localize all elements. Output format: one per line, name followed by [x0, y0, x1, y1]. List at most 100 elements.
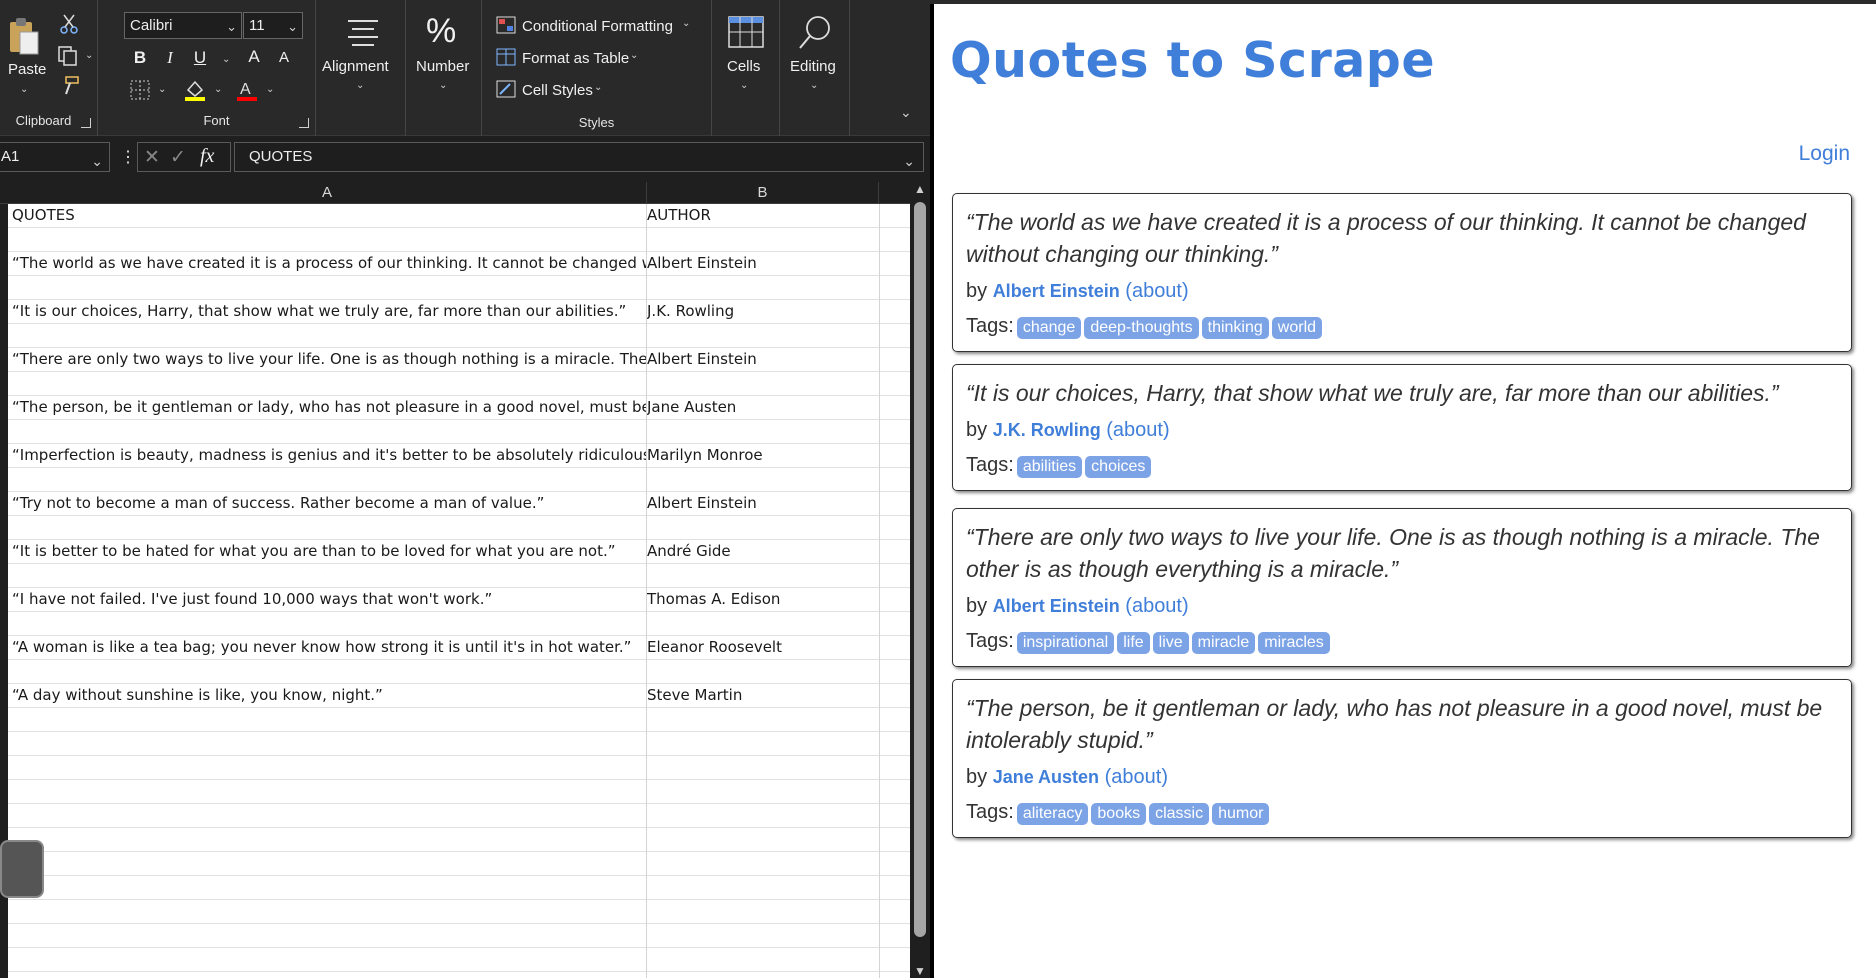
tag-link[interactable]: classic [1149, 803, 1210, 825]
cell-a[interactable]: “The world as we have created it is a pr… [12, 252, 646, 275]
tag-link[interactable]: aliteracy [1016, 803, 1089, 825]
cancel-entry-icon[interactable]: ✕ [144, 146, 160, 169]
by-label: by [966, 595, 988, 617]
cell-styles-button[interactable]: Cell Styles [522, 82, 593, 99]
login-link[interactable]: Login [1799, 142, 1850, 166]
paste-dropdown-icon[interactable]: ⌄ [20, 84, 28, 95]
tag-link[interactable]: inspirational [1016, 632, 1115, 654]
cell-b[interactable]: Marilyn Monroe [647, 444, 879, 467]
scroll-up-icon[interactable]: ▲ [914, 182, 926, 196]
tag-link[interactable]: change [1016, 317, 1082, 339]
column-header-a[interactable]: A [8, 182, 647, 204]
floating-tool-icon[interactable] [0, 840, 44, 898]
tag-link[interactable]: books [1091, 803, 1147, 825]
editing-dropdown-icon[interactable]: ⌄ [810, 80, 818, 91]
format-as-table-icon [496, 48, 516, 71]
spreadsheet-grid[interactable]: QUOTES AUTHOR “The world as we have create… [8, 204, 910, 978]
about-link[interactable]: (about) [1106, 419, 1169, 441]
cell-b[interactable]: Albert Einstein [647, 252, 879, 275]
fill-color-dropdown-icon[interactable]: ⌄ [214, 84, 222, 95]
font-size-select[interactable]: 11 ⌄ [243, 12, 303, 39]
tag-link[interactable]: miracles [1258, 632, 1330, 654]
underline-dropdown-icon[interactable]: ⌄ [222, 54, 230, 65]
tag-link[interactable]: humor [1212, 803, 1270, 825]
bold-button[interactable]: B [128, 48, 152, 68]
cell-a[interactable]: “A day without sunshine is like, you kno… [12, 684, 646, 707]
number-group[interactable]: % Number ⌄ [406, 0, 482, 136]
tag-link[interactable]: thinking [1201, 317, 1269, 339]
table-row: “It is our choices, Harry, that show wha… [8, 300, 910, 324]
expand-formula-icon[interactable]: ⌄ [903, 147, 915, 175]
vertical-scrollbar[interactable]: ▲ ▼ [910, 182, 930, 978]
scrollbar-thumb[interactable] [914, 202, 926, 937]
font-color-dropdown-icon[interactable]: ⌄ [266, 84, 274, 95]
cell-a[interactable]: “Try not to become a man of success. Rat… [12, 492, 646, 515]
cell-a[interactable]: “The person, be it gentleman or lady, wh… [12, 396, 646, 419]
increase-font-button[interactable]: A [242, 47, 266, 67]
confirm-entry-icon[interactable]: ✓ [170, 146, 186, 169]
cell-b[interactable]: André Gide [647, 540, 879, 563]
alignment-dropdown-icon[interactable]: ⌄ [356, 80, 364, 91]
cell-b[interactable]: Albert Einstein [647, 348, 879, 371]
scroll-down-icon[interactable]: ▼ [914, 964, 926, 978]
cell-a[interactable]: QUOTES [12, 204, 646, 227]
number-dropdown-icon[interactable]: ⌄ [439, 80, 447, 91]
more-options-icon[interactable]: ⋮ [120, 147, 136, 167]
number-button[interactable]: Number [416, 58, 469, 75]
paste-icon[interactable] [8, 16, 40, 61]
copy-icon[interactable] [58, 46, 80, 71]
cell-b[interactable]: Eleanor Roosevelt [647, 636, 879, 659]
cell-a[interactable]: “Imperfection is beauty, madness is geni… [12, 444, 646, 467]
cell-a[interactable]: “A woman is like a tea bag; you never kn… [12, 636, 646, 659]
cell-a[interactable]: “I have not failed. I've just found 10,0… [12, 588, 646, 611]
cell-b[interactable]: Albert Einstein [647, 492, 879, 515]
borders-dropdown-icon[interactable]: ⌄ [158, 84, 166, 95]
about-link[interactable]: (about) [1125, 280, 1188, 302]
cell-a[interactable]: “It is better to be hated for what you a… [12, 540, 646, 563]
font-name-select[interactable]: Calibri ⌄ [124, 12, 242, 39]
paste-button[interactable]: Paste [8, 61, 46, 78]
alignment-group[interactable]: Alignment ⌄ [316, 0, 406, 136]
borders-icon[interactable] [130, 80, 150, 105]
editing-group[interactable]: Editing ⌄ [780, 0, 850, 136]
formula-input[interactable]: QUOTES ⌄ [234, 142, 924, 172]
conditional-formatting-button[interactable]: Conditional Formatting [522, 18, 673, 35]
fill-color-icon[interactable] [184, 78, 206, 107]
tag-link[interactable]: deep-thoughts [1084, 317, 1199, 339]
tag-link[interactable]: world [1271, 317, 1323, 339]
italic-button[interactable]: I [158, 48, 182, 68]
cell-b[interactable]: Jane Austen [647, 396, 879, 419]
cells-group[interactable]: Cells ⌄ [712, 0, 780, 136]
cells-dropdown-icon[interactable]: ⌄ [740, 80, 748, 91]
about-link[interactable]: (about) [1105, 766, 1168, 788]
copy-dropdown-icon[interactable]: ⌄ [85, 50, 93, 61]
insert-function-icon[interactable]: fx [200, 145, 214, 168]
alignment-button[interactable]: Alignment [322, 58, 389, 75]
underline-button[interactable]: U [188, 48, 212, 68]
tag-link[interactable]: abilities [1016, 456, 1083, 478]
cell-b[interactable]: J.K. Rowling [647, 300, 879, 323]
cell-a[interactable]: “It is our choices, Harry, that show wha… [12, 300, 646, 323]
collapse-ribbon-icon[interactable]: ⌄ [900, 104, 912, 121]
cut-icon[interactable] [60, 14, 78, 39]
format-as-table-button[interactable]: Format as Table [522, 50, 629, 67]
name-box[interactable]: A1 ⌄ [0, 142, 110, 172]
tag-link[interactable]: choices [1085, 456, 1152, 478]
cell-b[interactable]: Thomas A. Edison [647, 588, 879, 611]
editing-button[interactable]: Editing [790, 58, 836, 75]
cell-b[interactable]: AUTHOR [647, 204, 879, 227]
clipboard-launcher-icon[interactable] [81, 118, 91, 128]
decrease-font-button[interactable]: A [272, 49, 296, 66]
font-color-icon[interactable]: A [236, 78, 258, 107]
site-title[interactable]: Quotes to Scrape [950, 32, 1435, 89]
tag-link[interactable]: live [1152, 632, 1189, 654]
about-link[interactable]: (about) [1125, 595, 1188, 617]
format-painter-icon[interactable] [60, 76, 80, 101]
tag-link[interactable]: life [1117, 632, 1150, 654]
cell-a[interactable]: “There are only two ways to live your li… [12, 348, 646, 371]
font-launcher-icon[interactable] [299, 118, 309, 128]
cells-button[interactable]: Cells [727, 58, 760, 75]
cell-b[interactable]: Steve Martin [647, 684, 879, 707]
column-header-b[interactable]: B [647, 182, 879, 204]
tag-link[interactable]: miracle [1191, 632, 1256, 654]
